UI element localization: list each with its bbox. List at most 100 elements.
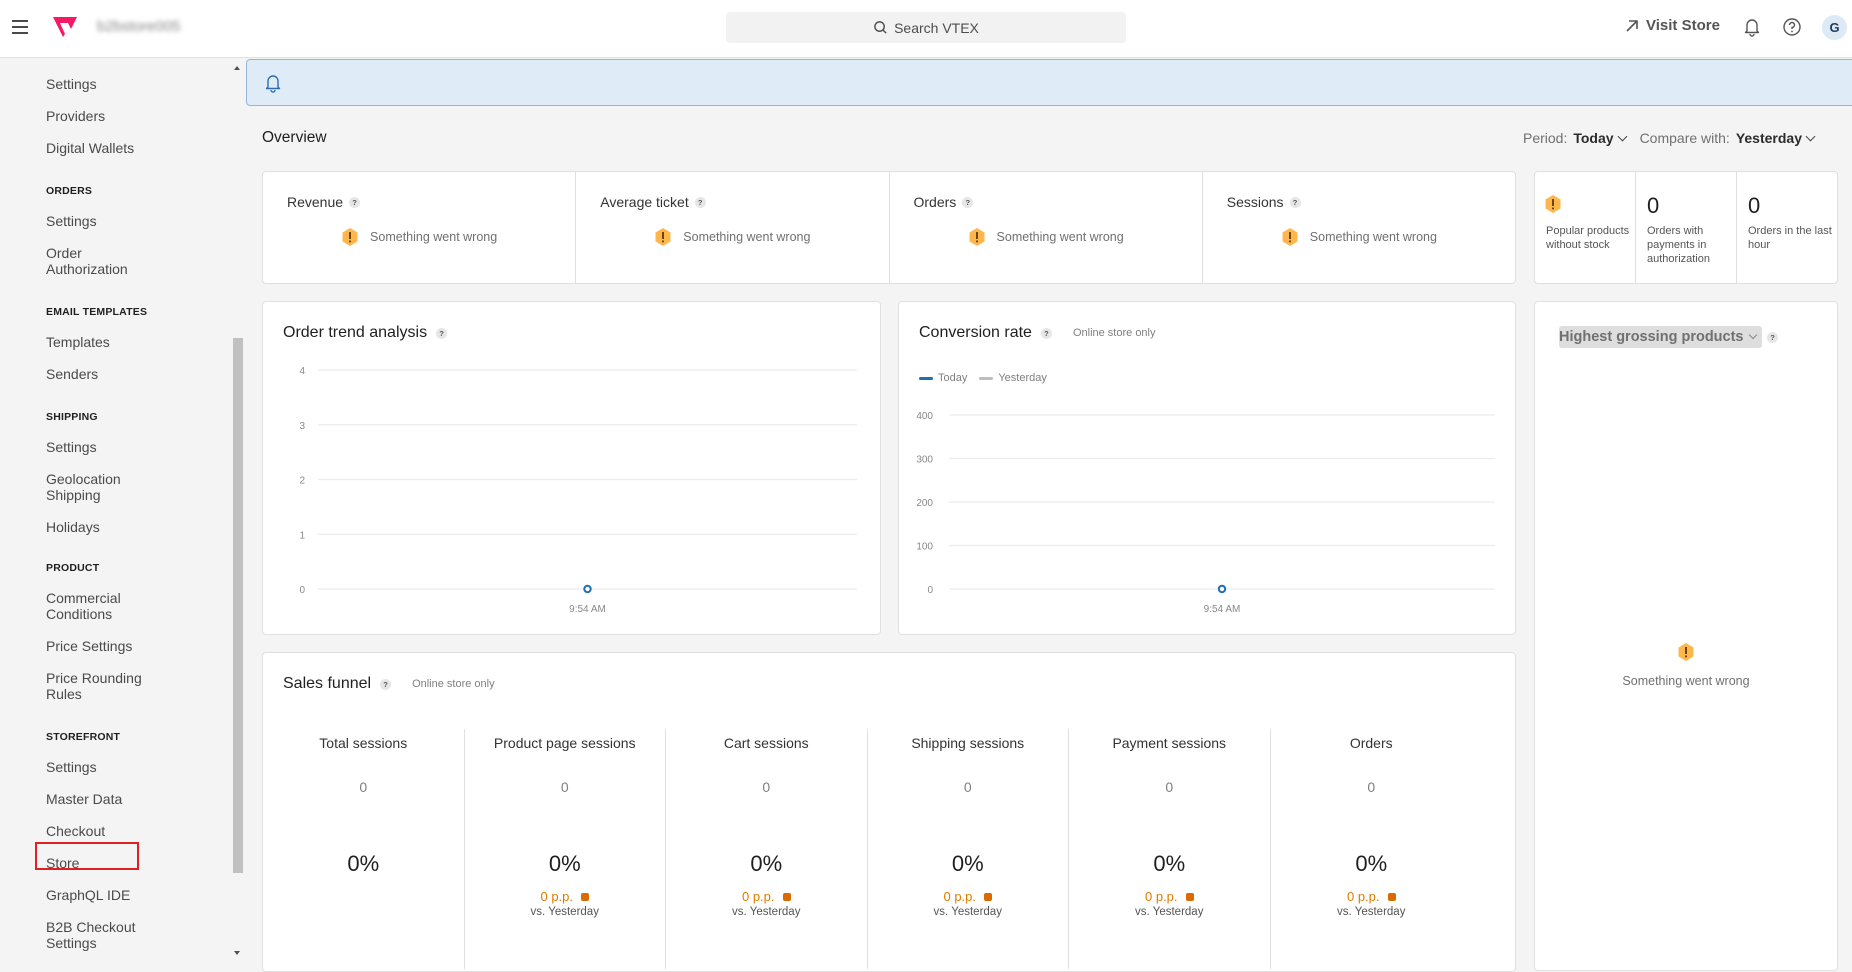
funnel-col-count: 0 bbox=[963, 779, 972, 795]
sidebar-nav: Settings Providers Digital Wallets ORDER… bbox=[0, 58, 231, 959]
mini-kpi-value: 0 bbox=[1748, 193, 1761, 218]
sidebar-section-shipping: SHIPPING bbox=[46, 411, 98, 423]
help-icon[interactable]: ? bbox=[694, 196, 706, 208]
y-tick-label: 0 bbox=[927, 585, 933, 596]
funnel-col-delta: 0 p.p. bbox=[666, 889, 867, 904]
sidebar-item-templates[interactable]: Templates bbox=[46, 334, 110, 350]
sales-funnel-card: Sales funnel? Online store only Total ses… bbox=[262, 652, 1516, 972]
warning-icon bbox=[1545, 195, 1561, 213]
funnel-col-title: Payment sessions bbox=[1112, 735, 1227, 751]
help-icon[interactable]: ? bbox=[1767, 332, 1778, 343]
search-icon bbox=[874, 21, 887, 34]
period-select[interactable]: Today bbox=[1573, 130, 1628, 146]
sidebar-section-product: PRODUCT bbox=[46, 562, 100, 574]
search-placeholder: Search VTEX bbox=[894, 19, 979, 36]
help-icon[interactable]: ? bbox=[349, 196, 361, 208]
sidebar-section-storefront: STOREFRONT bbox=[46, 731, 121, 743]
sidebar-item-shipping-settings[interactable]: Settings bbox=[46, 439, 97, 455]
mini-kpi-payments-authorization[interactable]: 0 Orders with payments in authorization bbox=[1636, 172, 1737, 283]
help-icon[interactable]: ? bbox=[1040, 327, 1052, 339]
sidebar-item-senders[interactable]: Senders bbox=[46, 366, 98, 382]
sidebar-scrollbar[interactable] bbox=[231, 58, 244, 959]
sidebar-item-order-authorization[interactable]: Order Authorization bbox=[46, 245, 156, 277]
help-icon[interactable]: ? bbox=[1289, 196, 1301, 208]
delta-value: 0 p.p. bbox=[741, 889, 775, 904]
period-controls: Period: Today Compare with: Yesterday bbox=[1523, 130, 1816, 146]
mini-kpi-label: Orders in the last hour bbox=[1748, 225, 1832, 251]
warning-icon bbox=[655, 228, 671, 246]
sidebar-section-email-templates: EMAIL TEMPLATES bbox=[46, 306, 148, 318]
kpi-revenue: Revenue? Something went wrong bbox=[263, 172, 577, 283]
mini-kpi-cards: Popular products without stock 0 Orders … bbox=[1534, 171, 1838, 284]
sidebar-item-price-settings[interactable]: Price Settings bbox=[46, 638, 132, 654]
sidebar-item-graphql-ide[interactable]: GraphQL IDE bbox=[46, 887, 130, 903]
sidebar-item-holidays[interactable]: Holidays bbox=[46, 519, 100, 535]
arrow-up-right-icon bbox=[1626, 19, 1638, 32]
funnel-col-pct: 0% bbox=[1153, 851, 1186, 876]
funnel-col-count: 0 bbox=[359, 779, 368, 795]
funnel-col-product-page-sessions: Product page sessions 0 0% 0 p.p. vs. Ye… bbox=[465, 729, 666, 969]
sidebar-item-price-rounding-rules[interactable]: Price Rounding Rules bbox=[46, 670, 156, 702]
scroll-up-arrow-icon[interactable] bbox=[234, 66, 240, 70]
help-icon[interactable]: ? bbox=[380, 678, 392, 690]
legend-item-yesterday[interactable]: Yesterday bbox=[979, 372, 1047, 384]
funnel-col-orders: Orders 0 0% 0 p.p. vs. Yesterday bbox=[1271, 729, 1473, 969]
funnel-col-vs: vs. Yesterday bbox=[933, 906, 1002, 918]
sidebar-item-digital-wallets[interactable]: Digital Wallets bbox=[46, 140, 134, 156]
delta-value: 0 p.p. bbox=[943, 889, 977, 904]
sidebar-item-checkout[interactable]: Checkout bbox=[46, 823, 105, 839]
search-bar[interactable]: Search VTEX bbox=[726, 12, 1126, 43]
bell-icon[interactable] bbox=[1742, 17, 1762, 37]
help-icon[interactable] bbox=[1782, 17, 1802, 37]
y-tick-label: 300 bbox=[916, 455, 933, 466]
delta-indicator-icon bbox=[984, 892, 993, 901]
sidebar-item-b2b-checkout-settings[interactable]: B2B Checkout Settings bbox=[46, 919, 156, 951]
mini-kpi-popular-without-stock[interactable]: Popular products without stock bbox=[1535, 172, 1636, 283]
warning-icon bbox=[1678, 643, 1694, 661]
mini-kpi-orders-last-hour[interactable]: 0 Orders in the last hour bbox=[1737, 172, 1837, 283]
vtex-logo-icon[interactable] bbox=[51, 16, 79, 38]
highest-grossing-select[interactable]: Highest grossing products bbox=[1559, 326, 1762, 348]
delta-value: 0 p.p. bbox=[1346, 889, 1380, 904]
error-message: Something went wrong bbox=[1622, 674, 1750, 688]
sidebar-item-store[interactable]: Store bbox=[46, 855, 79, 871]
kpi-cards: Revenue? Something went wrong Average ti… bbox=[262, 171, 1516, 284]
menu-icon[interactable] bbox=[12, 18, 30, 34]
funnel-col-pct: 0% bbox=[548, 851, 581, 876]
sidebar-item-payments-settings[interactable]: Settings bbox=[46, 76, 97, 92]
funnel-col-pct: 0% bbox=[951, 851, 984, 876]
legend-swatch bbox=[979, 376, 994, 380]
kpi-title: Sessions bbox=[1226, 194, 1284, 210]
sidebar-item-storefront-settings[interactable]: Settings bbox=[46, 759, 97, 775]
warning-icon bbox=[342, 228, 358, 246]
funnel-col-delta: 0 p.p. bbox=[1271, 889, 1473, 904]
conversion-rate-chart: 0 100 200 300 400 9:54 AM bbox=[916, 411, 1495, 615]
funnel-col-shipping-sessions: Shipping sessions 0 0% 0 p.p. vs. Yester… bbox=[868, 729, 1069, 969]
sidebar-item-commercial-conditions[interactable]: Commercial Conditions bbox=[46, 590, 156, 622]
scroll-down-arrow-icon[interactable] bbox=[234, 951, 240, 955]
x-tick-label: 9:54 AM bbox=[569, 604, 606, 615]
kpi-title: Average ticket bbox=[600, 194, 689, 210]
error-message: Something went wrong bbox=[996, 230, 1124, 244]
sidebar-item-orders-settings[interactable]: Settings bbox=[46, 213, 97, 229]
mini-kpi-label: Orders with payments in authorization bbox=[1647, 225, 1710, 265]
help-icon[interactable]: ? bbox=[436, 327, 448, 339]
funnel-col-count: 0 bbox=[762, 779, 771, 795]
sidebar-item-providers[interactable]: Providers bbox=[46, 108, 105, 124]
kpi-title: Orders bbox=[913, 194, 957, 210]
scrollbar-thumb[interactable] bbox=[233, 338, 243, 873]
error-message: Something went wrong bbox=[1309, 230, 1437, 244]
legend-item-today[interactable]: Today bbox=[919, 372, 967, 384]
funnel-col-cart-sessions: Cart sessions 0 0% 0 p.p. vs. Yesterday bbox=[666, 729, 868, 969]
select-label: Highest grossing products bbox=[1559, 329, 1744, 345]
legend-label: Yesterday bbox=[998, 372, 1047, 384]
funnel-note: Online store only bbox=[412, 678, 495, 690]
compare-select[interactable]: Yesterday bbox=[1736, 130, 1816, 146]
funnel-col-vs: vs. Yesterday bbox=[1135, 906, 1204, 918]
help-icon[interactable]: ? bbox=[962, 196, 974, 208]
funnel-col-delta: 0 p.p. bbox=[1069, 889, 1270, 904]
visit-store-link[interactable]: Visit Store bbox=[1625, 17, 1720, 34]
sidebar-item-geolocation-shipping[interactable]: Geolocation Shipping bbox=[46, 471, 156, 503]
user-avatar[interactable]: G bbox=[1822, 15, 1847, 40]
sidebar-item-master-data[interactable]: Master Data bbox=[46, 791, 122, 807]
